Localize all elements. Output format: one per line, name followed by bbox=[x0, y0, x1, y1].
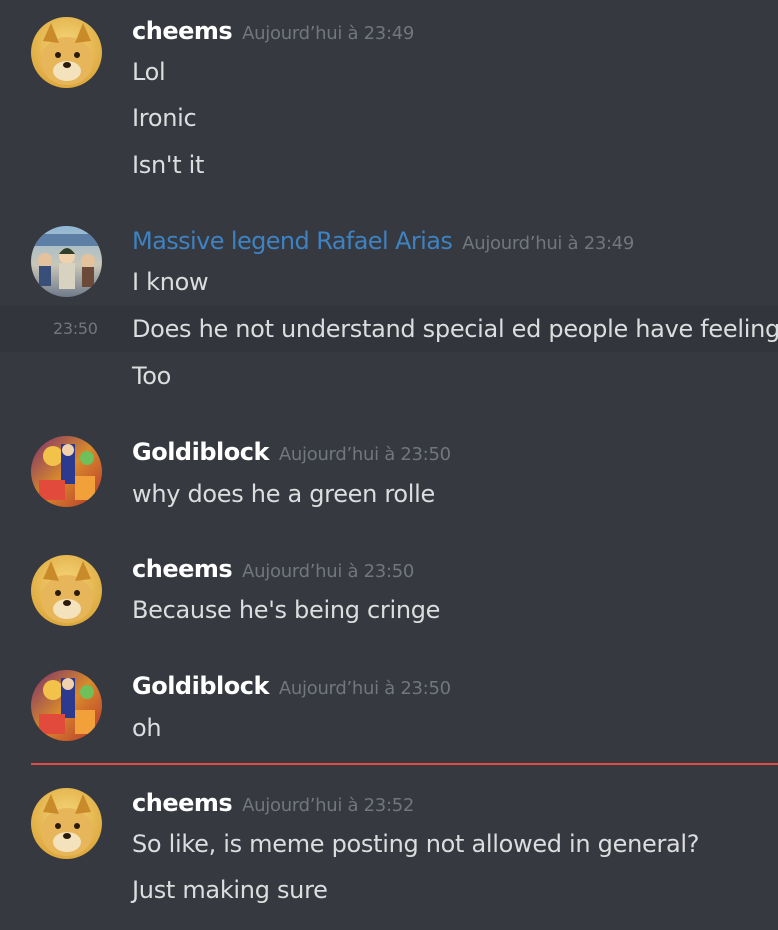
username[interactable]: Goldiblock bbox=[132, 438, 269, 466]
colorful-art-avatar-icon bbox=[31, 436, 102, 507]
avatar[interactable] bbox=[31, 555, 102, 626]
message-text: I know bbox=[132, 268, 209, 296]
message-timestamp: Aujourd’hui à 23:50 bbox=[242, 561, 415, 582]
anime-crowd-avatar-icon bbox=[31, 226, 102, 297]
hovered-message-row[interactable]: 23:50 Does he not understand special ed … bbox=[0, 306, 778, 352]
message-text: oh bbox=[132, 714, 162, 742]
colorful-art-avatar-icon bbox=[31, 670, 102, 741]
username[interactable]: cheems bbox=[132, 789, 233, 817]
avatar[interactable] bbox=[31, 788, 102, 859]
new-messages-divider bbox=[31, 763, 778, 765]
message-timestamp: Aujourd’hui à 23:49 bbox=[242, 23, 415, 44]
message-timestamp: Aujourd’hui à 23:49 bbox=[462, 233, 635, 254]
avatar[interactable] bbox=[31, 17, 102, 88]
message-text: Isn't it bbox=[132, 151, 205, 179]
avatar[interactable] bbox=[31, 226, 102, 297]
message-text: Lol bbox=[132, 58, 166, 86]
username[interactable]: Massive legend Rafael Arias bbox=[132, 227, 453, 255]
message-text: So like, is meme posting not allowed in … bbox=[132, 830, 700, 858]
hover-timestamp: 23:50 bbox=[53, 319, 98, 338]
username[interactable]: Goldiblock bbox=[132, 672, 269, 700]
username[interactable]: cheems bbox=[132, 555, 233, 583]
message-timestamp: Aujourd’hui à 23:52 bbox=[242, 795, 415, 816]
message-text: Ironic bbox=[132, 104, 197, 132]
cheems-doge-avatar-icon bbox=[31, 555, 102, 626]
message-timestamp: Aujourd’hui à 23:50 bbox=[278, 678, 451, 699]
message-text: why does he a green rolle bbox=[132, 480, 436, 508]
cheems-doge-avatar-icon bbox=[31, 788, 102, 859]
avatar[interactable] bbox=[31, 670, 102, 741]
message-timestamp: Aujourd’hui à 23:50 bbox=[278, 444, 451, 465]
message-text: Just making sure bbox=[132, 876, 328, 904]
message-text: Because he's being cringe bbox=[132, 596, 441, 624]
message-text: Too bbox=[132, 362, 172, 390]
avatar[interactable] bbox=[31, 436, 102, 507]
username[interactable]: cheems bbox=[132, 17, 233, 45]
message-text: Does he not understand special ed people… bbox=[132, 315, 778, 343]
cheems-doge-avatar-icon bbox=[31, 17, 102, 88]
